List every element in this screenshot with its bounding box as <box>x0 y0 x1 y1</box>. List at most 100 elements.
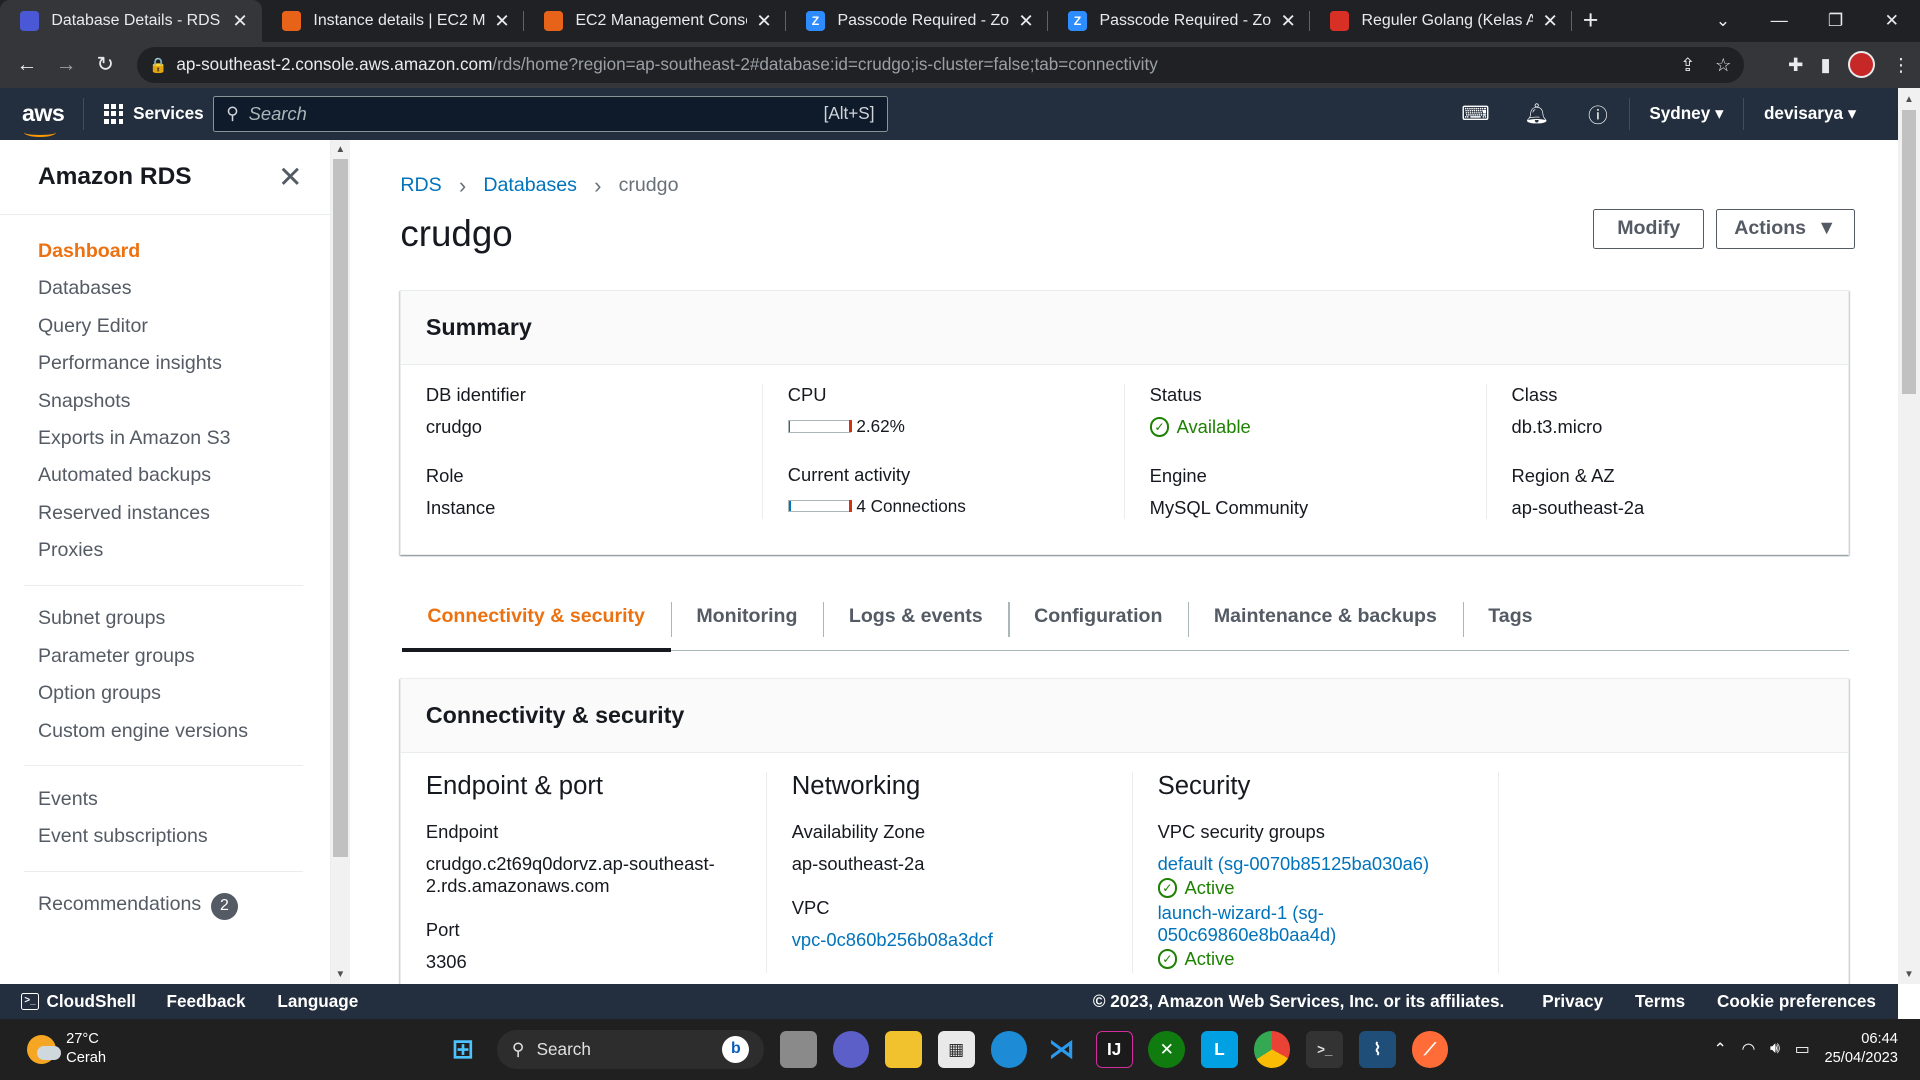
browser-tab[interactable]: EC2 Management Console ✕ <box>524 0 787 42</box>
sidebar-item-dashboard[interactable]: Dashboard <box>38 233 330 270</box>
sidebar-item-proxies[interactable]: Proxies <box>38 532 330 569</box>
file-explorer-icon[interactable] <box>885 1031 922 1068</box>
tab-maintenance-backups[interactable]: Maintenance & backups <box>1188 583 1462 651</box>
share-icon[interactable]: ⇪ <box>1680 54 1695 76</box>
tab-logs-events[interactable]: Logs & events <box>823 583 1008 651</box>
page-scrollbar[interactable]: ▲ ▼ <box>1897 88 1920 985</box>
chrome-icon[interactable] <box>1253 1031 1291 1068</box>
sidebar-item-exports-in-amazon-s3[interactable]: Exports in Amazon S3 <box>38 420 330 457</box>
edge-icon[interactable] <box>990 1031 1028 1068</box>
weather-widget[interactable]: 27°C Cerah <box>0 1030 441 1069</box>
console-search-input[interactable]: ⚲ Search [Alt+S] <box>213 95 888 133</box>
sidebar-item-reserved-instances[interactable]: Reserved instances <box>38 495 330 532</box>
restore-icon[interactable]: ❐ <box>1807 10 1863 31</box>
language-link[interactable]: Language <box>261 991 374 1012</box>
vpc-link[interactable]: vpc-0c860b256b08a3dcf <box>792 929 1108 951</box>
sidebar-item-option-groups[interactable]: Option groups <box>38 675 330 712</box>
back-icon[interactable]: ← <box>7 53 46 77</box>
close-tab-icon[interactable]: ✕ <box>230 10 250 32</box>
cloudshell-footer-button[interactable]: >_ CloudShell <box>0 991 151 1012</box>
tab-monitoring[interactable]: Monitoring <box>670 583 824 651</box>
chat-icon[interactable] <box>832 1031 870 1068</box>
close-tab-icon[interactable]: ✕ <box>1540 10 1560 32</box>
breadcrumb-databases[interactable]: Databases <box>483 174 577 197</box>
page-scroll-thumb[interactable] <box>1901 110 1917 395</box>
security-group-default-link[interactable]: default (sg-0070b85125ba030a6) <box>1158 853 1474 875</box>
help-icon[interactable]: ⓘ <box>1567 99 1628 128</box>
reload-icon[interactable]: ↻ <box>86 52 125 77</box>
close-window-icon[interactable]: ✕ <box>1864 10 1920 31</box>
scroll-down-icon[interactable]: ▼ <box>1898 969 1920 980</box>
profile-avatar[interactable] <box>1847 51 1875 79</box>
forward-icon[interactable]: → <box>47 53 86 77</box>
browser-tab[interactable]: Z Passcode Required - Zoom ✕ <box>1048 0 1311 42</box>
region-menu[interactable]: Sydney ▾ <box>1630 103 1743 124</box>
privacy-link[interactable]: Privacy <box>1526 991 1619 1012</box>
postman-icon[interactable]: ⟋ <box>1411 1031 1449 1068</box>
sidebar-item-databases[interactable]: Databases <box>38 270 330 307</box>
lens-app-icon[interactable]: L <box>1201 1031 1238 1068</box>
sidebar-scrollbar[interactable]: ▲ ▼ <box>330 139 351 985</box>
volume-icon[interactable]: 🔊︎ <box>1770 1040 1780 1058</box>
intellij-icon[interactable]: IJ <box>1095 1031 1133 1068</box>
sidebar-item-custom-engine-versions[interactable]: Custom engine versions <box>38 713 330 750</box>
close-tab-icon[interactable]: ✕ <box>1016 10 1036 32</box>
new-tab-icon[interactable]: + <box>1572 5 1609 36</box>
scroll-up-icon[interactable]: ▲ <box>331 144 351 155</box>
close-tab-icon[interactable]: ✕ <box>1278 10 1298 32</box>
menu-icon[interactable]: ⋮ <box>1892 54 1910 76</box>
battery-icon[interactable]: ▭ <box>1795 1039 1810 1059</box>
notifications-bell-icon[interactable]: 🔔︎ <box>1506 102 1567 126</box>
sidebar-item-snapshots[interactable]: Snapshots <box>38 383 330 420</box>
close-sidebar-icon[interactable]: ✕ <box>278 160 303 195</box>
sidebar-item-query-editor[interactable]: Query Editor <box>38 308 330 345</box>
wifi-icon[interactable]: ◠ <box>1741 1039 1755 1059</box>
cloudshell-icon[interactable]: ⌨ <box>1445 102 1506 126</box>
browser-tab[interactable]: Database Details - RDS Management Consol… <box>0 0 263 42</box>
cookie-preferences-link[interactable]: Cookie preferences <box>1701 991 1898 1012</box>
security-group-launch-wizard-link[interactable]: launch-wizard-1 (sg- 050c69860e8b0aa4d) <box>1158 902 1474 946</box>
xbox-icon[interactable]: ✕ <box>1148 1031 1186 1068</box>
breadcrumb-rds[interactable]: RDS <box>400 174 441 197</box>
side-panel-icon[interactable]: ▮ <box>1821 54 1831 76</box>
lock-icon[interactable]: 🔒 <box>149 56 176 74</box>
tab-configuration[interactable]: Configuration <box>1008 583 1188 651</box>
sidebar-item-event-subscriptions[interactable]: Event subscriptions <box>38 818 330 855</box>
tab-search-icon[interactable]: ⌄ <box>1695 10 1751 31</box>
bookmark-star-icon[interactable]: ☆ <box>1715 54 1731 76</box>
browser-tab[interactable]: Z Passcode Required - Zoom ✕ <box>786 0 1049 42</box>
taskbar-search[interactable]: ⚲ Search b <box>497 1029 765 1069</box>
tab-tags[interactable]: Tags <box>1462 583 1559 651</box>
close-tab-icon[interactable]: ✕ <box>754 10 774 32</box>
close-tab-icon[interactable]: ✕ <box>492 10 512 32</box>
microsoft-store-icon[interactable]: ▦ <box>937 1031 975 1068</box>
scroll-down-icon[interactable]: ▼ <box>331 969 351 980</box>
minimize-icon[interactable]: — <box>1751 10 1807 31</box>
sidebar-item-parameter-groups[interactable]: Parameter groups <box>38 638 330 675</box>
tray-overflow-icon[interactable]: ⌃ <box>1713 1039 1726 1059</box>
browser-tab[interactable]: Reguler Golang (Kelas A, B, ... ✕ <box>1310 0 1573 42</box>
tab-connectivity-security[interactable]: Connectivity & security <box>401 583 671 652</box>
account-menu[interactable]: devisarya ▾ <box>1744 103 1876 124</box>
sidebar-item-performance-insights[interactable]: Performance insights <box>38 345 330 382</box>
task-view-icon[interactable] <box>779 1031 817 1068</box>
sidebar-item-recommendations[interactable]: Recommendations 2 <box>38 886 330 923</box>
sidebar-item-automated-backups[interactable]: Automated backups <box>38 457 330 494</box>
clock[interactable]: 06:44 25/04/2023 <box>1824 1030 1898 1069</box>
services-menu[interactable]: Services <box>83 97 205 130</box>
actions-button[interactable]: Actions ▼ <box>1715 209 1856 249</box>
url-bar[interactable]: 🔒 ap-southeast-2.console.aws.amazon.com /… <box>137 46 1744 84</box>
terminal-icon[interactable]: >_ <box>1306 1031 1344 1068</box>
sidebar-scroll-thumb[interactable] <box>333 159 348 858</box>
aws-logo[interactable]: aws <box>0 100 83 137</box>
terms-link[interactable]: Terms <box>1619 991 1701 1012</box>
mysql-workbench-icon[interactable]: ⌇ <box>1359 1031 1396 1068</box>
sidebar-item-subnet-groups[interactable]: Subnet groups <box>38 600 330 637</box>
windows-start-icon[interactable]: ⊞ <box>444 1031 481 1068</box>
modify-button[interactable]: Modify <box>1593 209 1705 249</box>
feedback-link[interactable]: Feedback <box>151 991 262 1012</box>
extensions-icon[interactable]: ✚ <box>1788 54 1803 76</box>
scroll-up-icon[interactable]: ▲ <box>1898 94 1920 105</box>
browser-tab[interactable]: Instance details | EC2 Management Consol… <box>262 0 525 42</box>
sidebar-item-events[interactable]: Events <box>38 781 330 818</box>
